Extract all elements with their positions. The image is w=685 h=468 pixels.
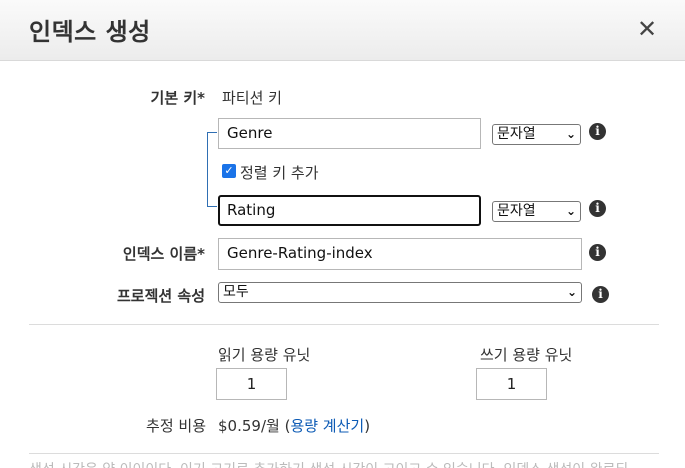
modal-header: 인덱스 생성 ✕ (0, 0, 685, 61)
key-bracket (207, 132, 217, 207)
close-paren: ) (364, 417, 371, 435)
sort-key-checkbox-label: 정렬 키 추가 (240, 164, 319, 182)
footer-divider (29, 453, 659, 454)
partition-key-input[interactable]: Genre (218, 118, 481, 149)
info-icon[interactable]: i (592, 286, 609, 303)
projection-select[interactable]: 모두 ⌄ (218, 282, 582, 303)
index-name-label: 인덱스 이름* (122, 245, 205, 263)
section-divider (29, 324, 659, 325)
sort-key-checkbox[interactable]: ✓ (222, 164, 236, 178)
primary-key-label: 기본 키* (150, 89, 205, 107)
estimated-cost-amount: $0.59/월 (218, 417, 280, 435)
capacity-calculator-link[interactable]: 용량 계산기 (290, 417, 364, 435)
projection-label: 프로젝션 속성 (116, 287, 205, 305)
partition-key-type-select[interactable]: 문자열 ⌄ (492, 124, 581, 145)
estimated-cost: $0.59/월 (용량 계산기) (218, 415, 370, 436)
write-capacity-input[interactable]: 1 (476, 368, 547, 400)
sort-key-type-value: 문자열 (497, 203, 536, 219)
partition-key-type-value: 문자열 (497, 126, 536, 142)
info-icon[interactable]: i (589, 123, 606, 140)
info-icon[interactable]: i (589, 200, 606, 217)
close-icon[interactable]: ✕ (634, 16, 660, 42)
estimated-cost-label: 추정 비용 (146, 417, 206, 435)
write-capacity-label: 쓰기 용량 유닛 (480, 346, 573, 364)
modal-title: 인덱스 생성 (29, 18, 151, 46)
partition-key-label: 파티션 키 (222, 89, 282, 107)
chevron-down-icon: ⌄ (565, 127, 576, 141)
chevron-down-icon: ⌄ (565, 204, 576, 218)
projection-value: 모두 (223, 284, 249, 300)
sort-key-type-select[interactable]: 문자열 ⌄ (492, 201, 581, 222)
info-icon[interactable]: i (589, 244, 606, 261)
sort-key-input[interactable]: Rating (218, 195, 481, 226)
chevron-down-icon: ⌄ (566, 285, 577, 299)
footer-note: 생성 시간은 약 이이이다. 이기 고기로 추가하기 생성 시간이 고이고 수 … (29, 459, 669, 468)
index-name-input[interactable]: Genre-Rating-index (218, 238, 582, 270)
read-capacity-label: 읽기 용량 유닛 (218, 346, 311, 364)
read-capacity-input[interactable]: 1 (216, 368, 287, 400)
